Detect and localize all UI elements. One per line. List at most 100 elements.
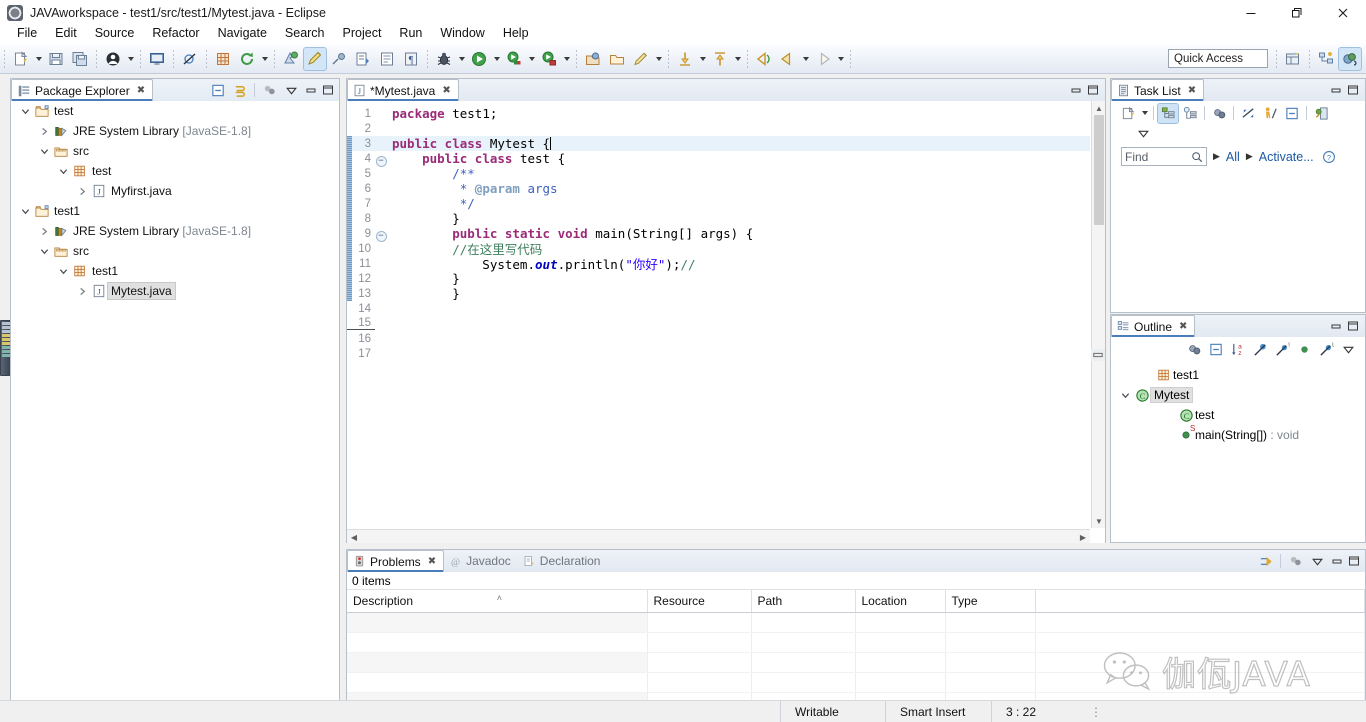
next-annotation-icon[interactable] [674, 48, 696, 70]
chevron-right-icon[interactable] [36, 121, 52, 141]
maximize-editor-icon[interactable] [1084, 82, 1101, 99]
java-browsing-perspective-icon[interactable] [1315, 48, 1337, 70]
java-perspective-icon[interactable] [1338, 47, 1362, 71]
tree-item-test1[interactable]: test1 [11, 201, 339, 221]
open-task-icon[interactable] [352, 48, 374, 70]
menu-help[interactable]: Help [494, 24, 538, 42]
column-header-location[interactable]: Location [855, 590, 946, 613]
tree-item-src[interactable]: src [11, 241, 339, 261]
fold-collapse-icon[interactable]: − [375, 151, 387, 167]
code-line-15[interactable]: 15 [347, 316, 1090, 331]
minimize-editor-icon[interactable] [1067, 82, 1084, 99]
filters-icon[interactable] [1285, 552, 1305, 571]
column-header-type[interactable]: Type [945, 590, 1036, 613]
categorized-presentation-icon[interactable] [1157, 102, 1179, 124]
user-profile-dropdown-icon[interactable] [125, 48, 136, 70]
chevron-down-icon[interactable] [55, 161, 71, 181]
view-menu-icon[interactable] [1307, 552, 1327, 571]
column-header-path[interactable]: Path [751, 590, 856, 613]
chevron-down-icon[interactable] [17, 201, 33, 221]
code-line-5[interactable]: 5 /** [347, 166, 1090, 181]
search-pencil-icon[interactable] [630, 48, 652, 70]
view-menu-icon[interactable] [281, 81, 301, 100]
find-input[interactable]: Find [1121, 147, 1207, 166]
next-annotation-dropdown-icon[interactable] [697, 48, 708, 70]
problems-table-container[interactable]: Description ˄ Resource Path Location Type [347, 590, 1365, 700]
activate-link[interactable]: Activate... [1259, 150, 1314, 164]
maximize-view-icon[interactable] [1344, 82, 1361, 99]
close-icon[interactable]: ✖ [428, 556, 436, 567]
debug-icon[interactable] [433, 48, 455, 70]
chevron-right-icon[interactable] [74, 281, 90, 301]
status-resize-grip[interactable]: ⋮ [1076, 701, 1116, 722]
tree-item-myfirst-java[interactable]: J Myfirst.java [11, 181, 339, 201]
menu-window[interactable]: Window [431, 24, 493, 42]
menu-search[interactable]: Search [276, 24, 334, 42]
code-line-6[interactable]: 6 * @param args [347, 181, 1090, 196]
scroll-down-icon[interactable]: ▼ [1092, 514, 1105, 528]
close-icon[interactable]: ✖ [1188, 85, 1196, 96]
run-configuration-dropdown-icon[interactable] [526, 48, 537, 70]
view-menu-extra-icon[interactable] [259, 81, 279, 100]
hide-local-types-icon[interactable]: L [1316, 340, 1336, 359]
package-explorer-tree[interactable]: test JRE System Library [JavaSE-1.8] src te… [11, 101, 339, 701]
refresh-dropdown-icon[interactable] [259, 48, 270, 70]
coverage-icon[interactable] [538, 48, 560, 70]
code-line-13[interactable]: 13 } [347, 286, 1090, 301]
sort-icon[interactable]: a z [1228, 340, 1248, 359]
debug-last-icon[interactable] [280, 48, 302, 70]
filter-all-arrow-icon[interactable]: ▶ [1213, 151, 1220, 162]
tree-item-src[interactable]: src [11, 141, 339, 161]
code-line-8[interactable]: 8 } [347, 211, 1090, 226]
open-perspective-icon[interactable] [1282, 48, 1304, 70]
menu-source[interactable]: Source [86, 24, 144, 42]
maximize-view-icon[interactable] [1344, 318, 1361, 335]
open-task-folder-icon[interactable] [606, 48, 628, 70]
link-with-editor-icon[interactable] [230, 81, 250, 100]
minimize-view-icon[interactable] [1327, 82, 1344, 99]
open-type-icon[interactable] [582, 48, 604, 70]
show-whitespace-icon[interactable] [376, 48, 398, 70]
scheduled-presentation-icon[interactable] [1180, 104, 1200, 123]
code-line-14[interactable]: 14 [347, 301, 1090, 316]
maximize-view-icon[interactable] [319, 82, 336, 99]
hide-non-public-icon[interactable] [1294, 340, 1314, 359]
tree-item-jre-system-library[interactable]: JRE System Library [JavaSE-1.8] [11, 221, 339, 241]
tab-problems[interactable]: Problems ✖ [347, 550, 445, 572]
outline-item-test[interactable]: Ctest [1111, 405, 1365, 425]
table-row[interactable] [347, 652, 1365, 673]
code-line-17[interactable]: 17 [347, 346, 1090, 361]
menu-run[interactable]: Run [390, 24, 431, 42]
scroll-right-icon[interactable]: ▶ [1076, 530, 1090, 543]
code-line-3[interactable]: 3 public class Mytest { [347, 136, 1090, 151]
forward-dropdown-icon[interactable] [835, 48, 846, 70]
search-pencil-dropdown-icon[interactable] [653, 48, 664, 70]
run-configuration-icon[interactable] [503, 48, 525, 70]
menu-refactor[interactable]: Refactor [143, 24, 208, 42]
outline-item-main-string[interactable]: Smain(String[]) : void [1111, 424, 1365, 445]
chevron-right-icon[interactable] [74, 181, 90, 201]
menu-navigate[interactable]: Navigate [209, 24, 276, 42]
run-icon[interactable] [468, 48, 490, 70]
quick-access-input[interactable]: Quick Access [1168, 49, 1268, 68]
previous-annotation-icon[interactable] [709, 48, 731, 70]
editor-vertical-scrollbar[interactable]: ▲ ▼ [1091, 101, 1105, 528]
column-header-resource[interactable]: Resource [647, 590, 752, 613]
minimize-view-icon[interactable] [302, 82, 319, 99]
menu-file[interactable]: File [8, 24, 46, 42]
run-dropdown-icon[interactable] [491, 48, 502, 70]
search-icon[interactable] [1191, 151, 1203, 163]
view-menu-icon[interactable] [1338, 340, 1358, 359]
close-icon[interactable]: ✖ [137, 85, 145, 96]
outline-item-test1[interactable]: test1 [1111, 365, 1365, 385]
minimize-view-icon[interactable] [1327, 318, 1344, 335]
save-all-icon[interactable] [69, 48, 91, 70]
activate-task-icon[interactable] [1260, 104, 1280, 123]
previous-annotation-dropdown-icon[interactable] [732, 48, 743, 70]
collapse-all-icon[interactable] [1282, 104, 1302, 123]
overview-ruler-marker[interactable] [1091, 349, 1105, 361]
scroll-left-icon[interactable]: ◀ [347, 530, 361, 543]
tab-outline[interactable]: Outline ✖ [1111, 315, 1196, 337]
back-icon[interactable] [777, 48, 799, 70]
close-icon[interactable]: ✖ [1179, 321, 1187, 332]
